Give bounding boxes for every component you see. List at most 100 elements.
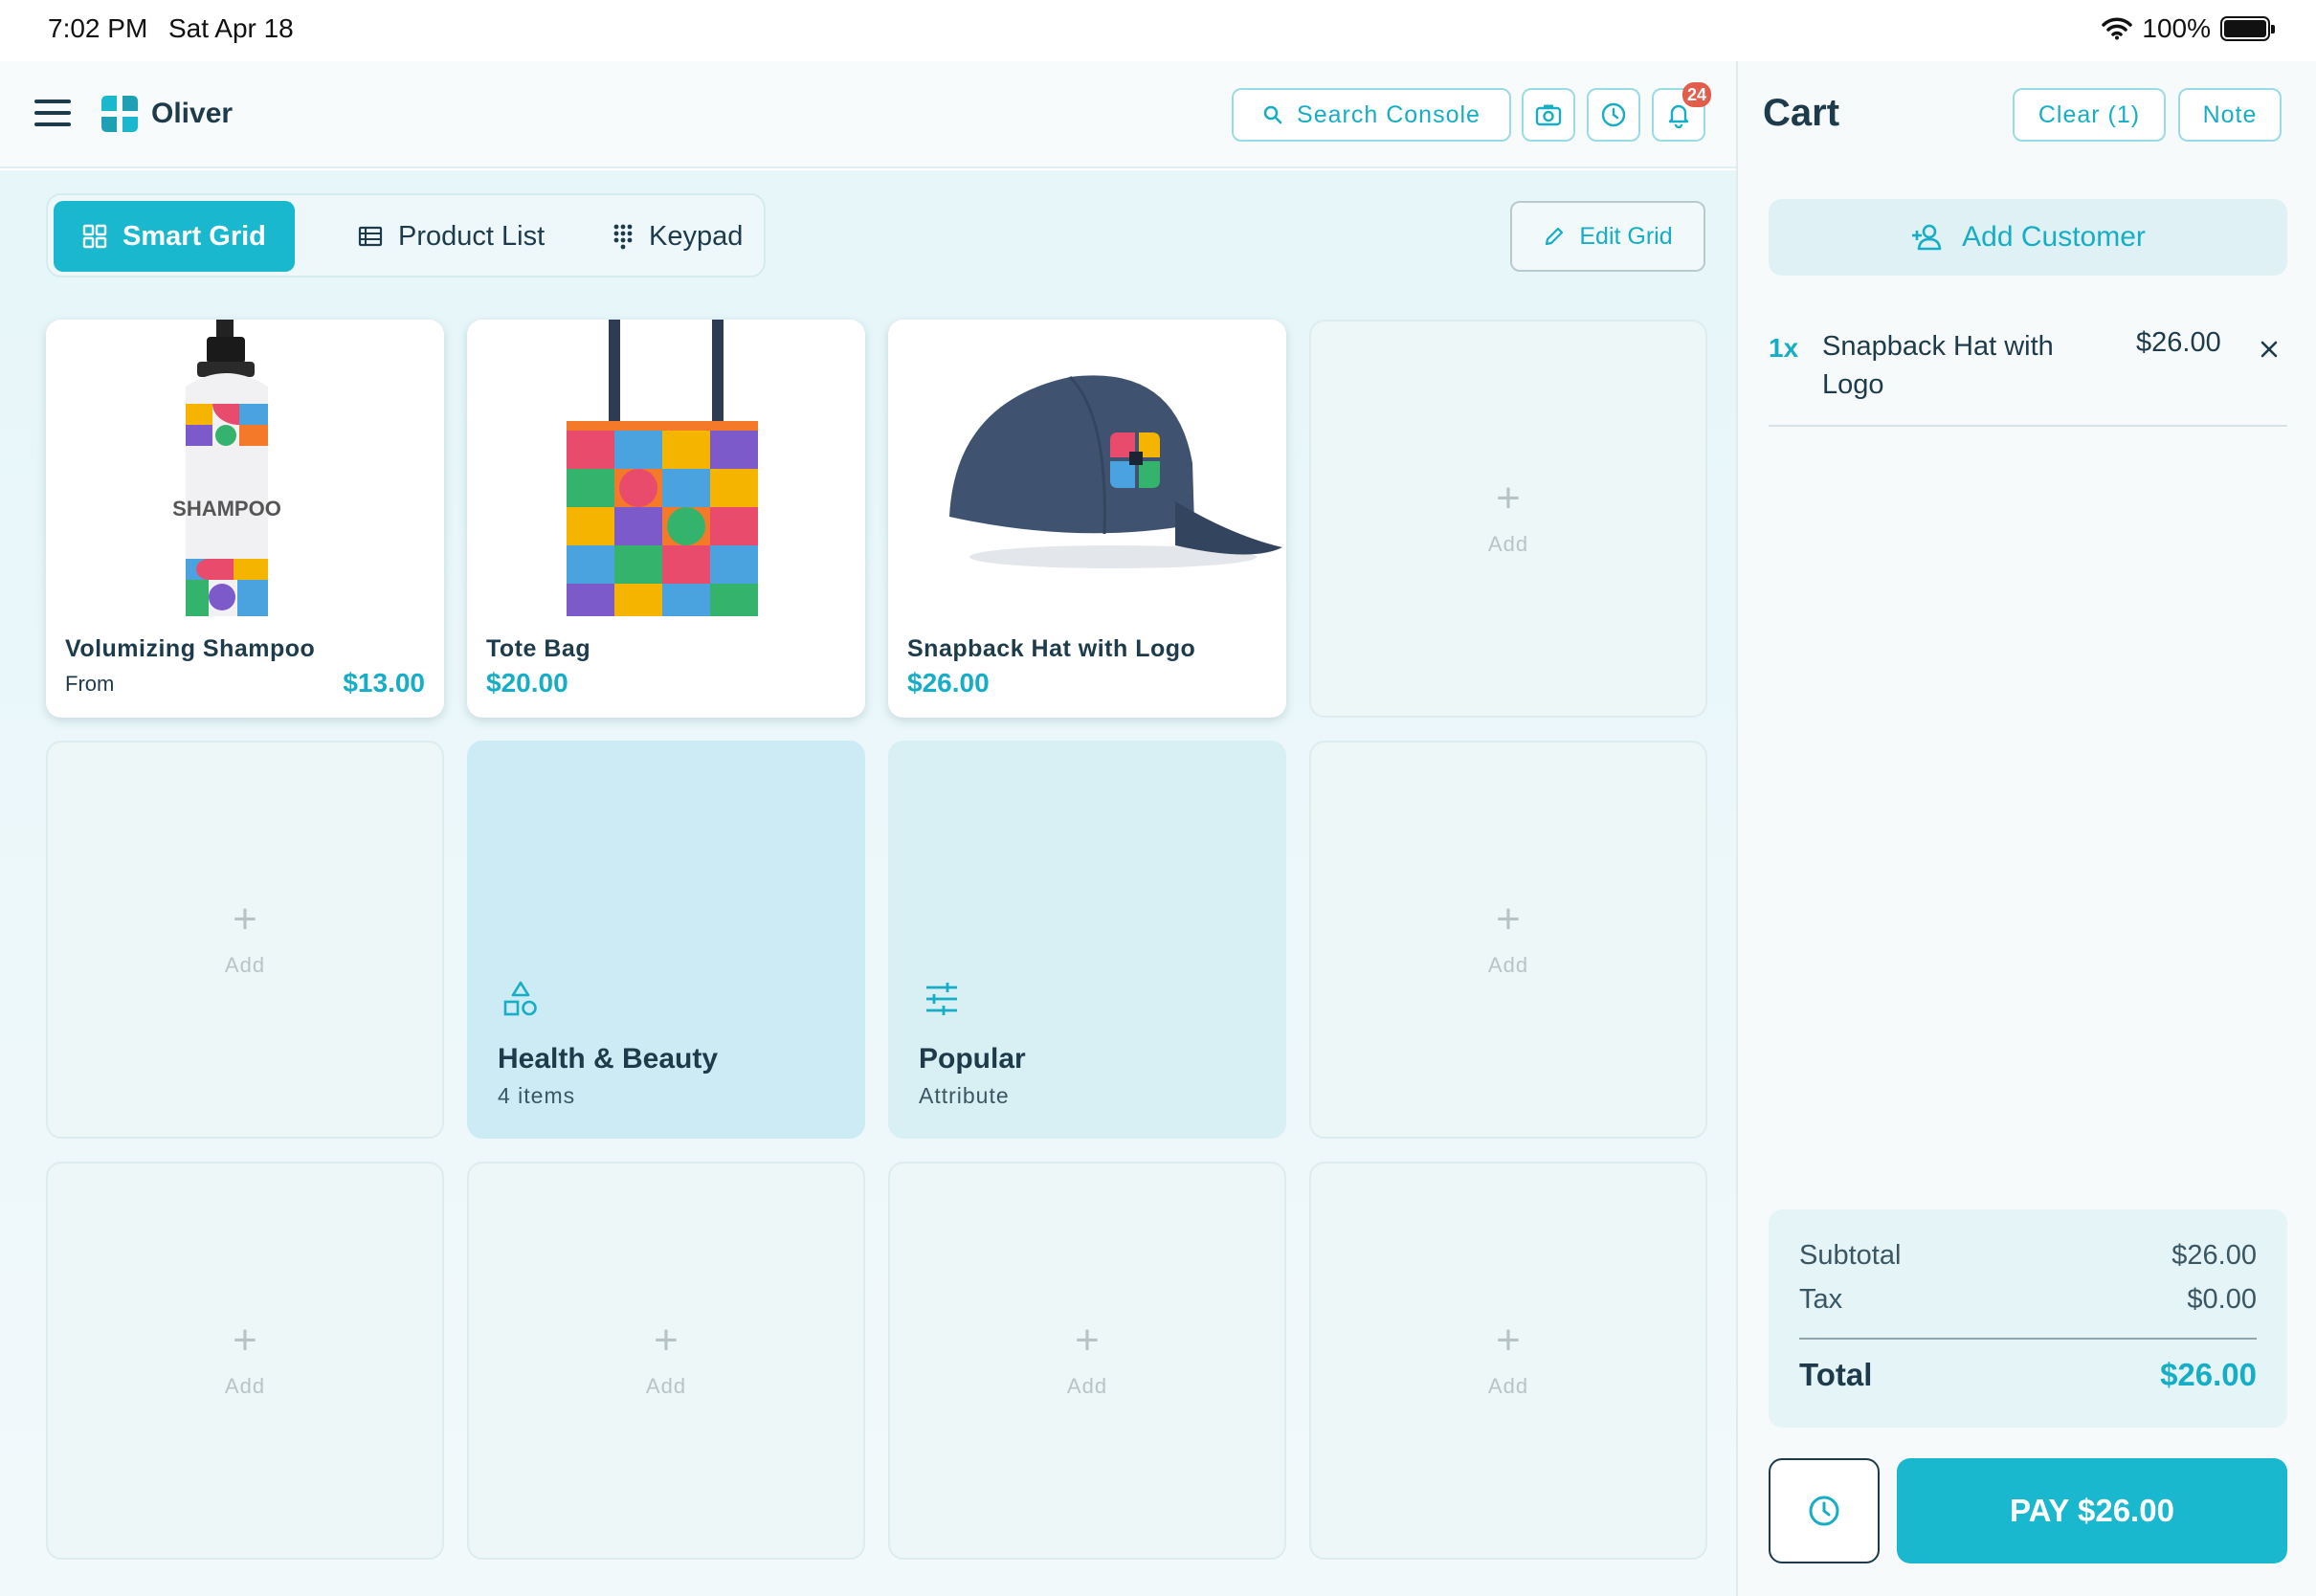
pencil-icon [1546,227,1564,246]
empty-tile[interactable]: + Add [888,1162,1286,1560]
add-customer-button[interactable]: Add Customer [1769,199,2287,276]
attribute-title: Popular [919,1043,1026,1075]
add-label: Add [1487,953,1529,977]
note-label: Note [2202,100,2258,128]
edit-grid-button[interactable]: Edit Grid [1510,201,1705,272]
add-customer-label: Add Customer [1962,221,2146,253]
tab-label: Keypad [649,220,744,252]
empty-tile[interactable]: + Add [1309,320,1707,718]
shampoo-label-text: SHAMPOO [172,497,281,521]
plus-icon: + [233,896,257,942]
line-item-price: $26.00 [2136,327,2221,358]
clock-icon [1601,102,1626,127]
clear-cart-button[interactable]: Clear (1) [2013,88,2166,142]
note-button[interactable]: Note [2178,88,2282,142]
app-name: Oliver [151,98,234,129]
grid-icon [82,224,107,249]
line-item-qty: 1x [1769,333,1799,363]
edit-grid-label: Edit Grid [1579,222,1673,250]
top-bar: Oliver Search Console 24 [0,61,1736,168]
add-label: Add [1487,532,1529,556]
cart-line-item[interactable]: 1x Snapback Hat with Logo $26.00 [1769,314,2287,427]
subtotal-value: $26.00 [2171,1240,2257,1271]
totals-divider [1799,1338,2257,1340]
empty-tile[interactable]: + Add [467,1162,865,1560]
cart-title: Cart [1763,92,1840,134]
empty-tile[interactable]: + Add [46,1162,444,1560]
snapback-hat-image [888,320,1286,616]
empty-tile[interactable]: + Add [1309,1162,1707,1560]
battery-percent: 100% [2142,13,2211,43]
status-right: 100% [2102,13,2275,44]
tote-bag-image [467,320,865,616]
category-count: 4 items [498,1083,576,1108]
sliders-icon [926,983,957,1015]
battery-icon [2220,16,2275,41]
add-user-icon [1912,224,1942,251]
notification-badge: 24 [1682,82,1711,107]
product-name: Volumizing Shampoo [65,635,316,662]
plus-icon: + [654,1317,679,1363]
shapes-icon [503,981,537,1016]
tax-row: Tax $0.00 [1799,1284,2257,1316]
park-sale-button[interactable] [1769,1458,1880,1563]
product-tile-snapback-hat[interactable]: Snapback Hat with Logo $26.00 [888,320,1286,718]
product-price-prefix: From [65,672,115,696]
product-tile-shampoo[interactable]: SHAMPOO Volumizing Shampoo From $13.00 [46,320,444,718]
product-name: Snapback Hat with Logo [907,635,1196,662]
hamburger-menu-icon[interactable] [34,100,71,128]
tab-keypad[interactable]: Keypad [584,201,771,272]
clock-icon [1809,1496,1839,1526]
search-console-label: Search Console [1297,100,1481,128]
total-value: $26.00 [2160,1357,2257,1392]
camera-icon [1535,104,1562,126]
tax-value: $0.00 [2187,1284,2257,1315]
oliver-logo-icon [101,96,138,132]
plus-icon: + [1496,1317,1521,1363]
line-item-name: Snapback Hat with Logo [1822,331,2054,400]
notifications-button[interactable]: 24 [1652,82,1711,142]
product-price: $20.00 [486,668,568,698]
product-price: $13.00 [343,668,425,698]
keypad-icon [613,224,633,250]
add-label: Add [224,953,266,977]
total-row: Total $26.00 [1799,1357,2257,1393]
product-name: Tote Bag [486,635,591,662]
cart-panel: Cart Clear (1) Note Add Customer 1x Snap… [1736,61,2316,1596]
tab-label: Product List [398,220,546,252]
product-price: $26.00 [907,668,990,698]
product-tile-tote-bag[interactable]: Tote Bag $20.00 [467,320,865,718]
tab-label: Smart Grid [122,220,266,252]
search-icon [1263,105,1282,124]
tab-product-list[interactable]: Product List [329,201,573,272]
status-bar: 7:02 PM Sat Apr 18 100% [0,0,2316,61]
empty-tile[interactable]: + Add [46,741,444,1139]
add-label: Add [645,1374,687,1398]
subtotal-label: Subtotal [1799,1240,1902,1271]
smart-grid-area: Smart Grid Product List Keypad Edit Grid… [0,170,1736,1596]
status-date: Sat Apr 18 [168,13,294,43]
attribute-subtitle: Attribute [919,1083,1010,1108]
wifi-icon [2102,17,2133,40]
add-label: Add [1066,1374,1108,1398]
total-label: Total [1799,1357,1873,1392]
subtotal-row: Subtotal $26.00 [1799,1240,2257,1272]
status-time: 7:02 PM [48,13,148,43]
view-tabs: Smart Grid Product List Keypad [46,193,766,277]
tax-label: Tax [1799,1284,1843,1315]
category-title: Health & Beauty [498,1043,719,1075]
plus-icon: + [1496,475,1521,521]
close-icon[interactable] [2255,335,2283,364]
history-button[interactable] [1587,88,1640,142]
list-icon [358,226,383,247]
plus-icon: + [1496,896,1521,942]
search-console-button[interactable]: Search Console [1232,88,1511,142]
category-tile-health-beauty[interactable]: Health & Beauty 4 items [467,741,865,1139]
attribute-tile-popular[interactable]: Popular Attribute [888,741,1286,1139]
shampoo-image: SHAMPOO [46,320,444,616]
tab-smart-grid[interactable]: Smart Grid [54,201,295,272]
empty-tile[interactable]: + Add [1309,741,1707,1139]
camera-button[interactable] [1522,88,1575,142]
plus-icon: + [233,1317,257,1363]
pay-button[interactable]: PAY $26.00 [1897,1458,2287,1563]
